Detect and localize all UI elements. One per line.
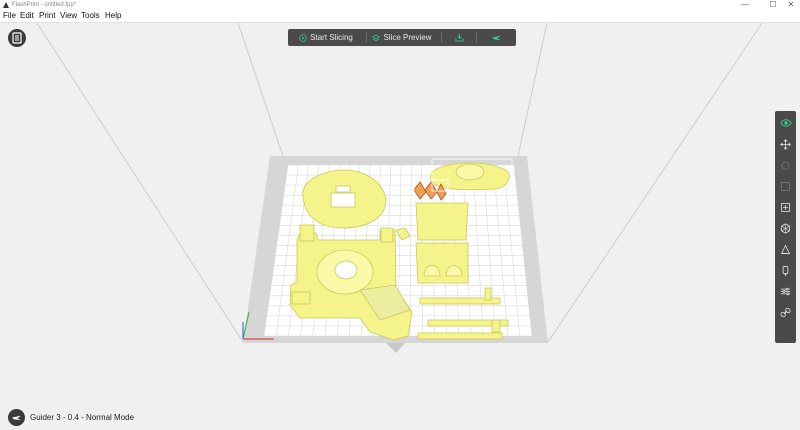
plate-cutout — [330, 192, 356, 208]
printer-status[interactable]: Guider 3 - 0.4 - Normal Mode — [8, 408, 134, 426]
support-icon — [781, 222, 790, 234]
scale-icon — [781, 181, 790, 191]
base-hole — [334, 260, 358, 280]
move-icon — [780, 138, 791, 150]
minimize-button[interactable]: — — [735, 0, 755, 10]
toolbar-separator — [366, 32, 367, 43]
model-rail-bottom[interactable] — [417, 332, 503, 340]
menu-print[interactable]: Print — [39, 10, 55, 22]
platform-front-notch — [386, 343, 405, 353]
print-button[interactable] — [482, 29, 510, 46]
menu-tools[interactable]: Tools — [81, 10, 100, 22]
support-button[interactable] — [775, 218, 796, 238]
base-foot — [291, 291, 311, 305]
layers-icon — [372, 33, 381, 41]
slice-preview-label: Slice Preview — [383, 33, 432, 42]
eye-icon — [779, 119, 792, 127]
play-icon — [299, 33, 307, 42]
start-slicing-label: Start Slicing — [310, 33, 353, 42]
app-logo-icon — [3, 2, 9, 8]
title-bar: FlashPrint - untitled.fpp* — ☐ ✕ — [0, 0, 800, 10]
scale-button[interactable] — [775, 176, 796, 196]
rotate-button[interactable] — [775, 155, 796, 175]
slice-preview-button[interactable]: Slice Preview — [372, 29, 432, 46]
ruler-icon — [780, 244, 791, 254]
printer-plane-icon — [491, 35, 501, 41]
printer-icon — [8, 408, 25, 426]
download-icon — [454, 33, 464, 42]
menu-edit[interactable]: Edit — [20, 10, 34, 22]
measure-button[interactable] — [775, 239, 796, 259]
rail-post-a — [484, 287, 492, 301]
plate-cutout-small — [335, 185, 351, 193]
top-toolbar: Start Slicing Slice Preview — [288, 29, 516, 46]
model-seat[interactable] — [415, 242, 469, 284]
start-slicing-button[interactable]: Start Slicing — [296, 29, 356, 46]
cut-icon — [781, 202, 790, 212]
rail-post-b — [491, 319, 501, 333]
view-button[interactable] — [775, 113, 796, 133]
rotate-icon — [781, 161, 790, 169]
sliders-icon — [780, 287, 791, 295]
menu-view[interactable]: View — [60, 10, 77, 22]
model-mid-plate[interactable] — [415, 202, 469, 241]
menu-help[interactable]: Help — [105, 10, 121, 22]
document-button[interactable] — [8, 29, 26, 47]
toolbar-separator — [476, 32, 477, 43]
menu-bar: File Edit Print View Tools Help — [0, 10, 800, 23]
window-title: FlashPrint - untitled.fpp* — [12, 2, 77, 8]
arm-hub — [455, 163, 485, 181]
base-tab-left — [299, 224, 315, 242]
extruder-button[interactable] — [775, 260, 796, 280]
cut-button[interactable] — [775, 197, 796, 217]
extruder-icon — [782, 265, 789, 276]
toolbar-separator — [441, 32, 442, 43]
tool-panel — [775, 111, 796, 343]
base-tab-right — [380, 227, 394, 243]
link-icon — [780, 307, 791, 317]
build-volume-viewport[interactable] — [0, 23, 800, 430]
document-icon — [12, 32, 22, 44]
move-button[interactable] — [775, 134, 796, 154]
printer-mode-label: Guider 3 - 0.4 - Normal Mode — [30, 412, 135, 422]
export-button[interactable] — [446, 29, 472, 46]
close-button[interactable]: ✕ — [781, 0, 800, 10]
menu-file[interactable]: File — [3, 10, 16, 22]
settings-button[interactable] — [775, 281, 796, 301]
link-button[interactable] — [775, 302, 796, 322]
maximize-button[interactable]: ☐ — [763, 0, 783, 10]
printer-plane-icon — [12, 415, 21, 420]
